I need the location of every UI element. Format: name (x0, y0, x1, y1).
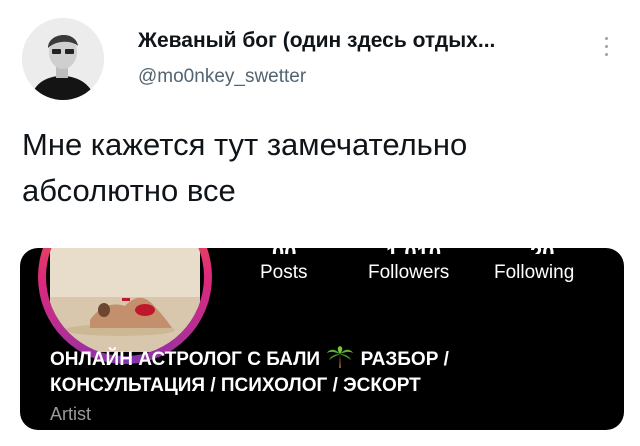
more-options-icon[interactable] (598, 34, 614, 64)
following-label[interactable]: Following (494, 262, 574, 284)
followers-count: 1,010 (386, 248, 441, 254)
avatar[interactable] (22, 18, 104, 100)
followers-label[interactable]: Followers (368, 262, 449, 284)
bio-line: ОНЛАЙН АСТРОЛОГ С БАЛИ (50, 349, 321, 370)
bio-line: КОНСУЛЬТАЦИЯ / ПСИХОЛОГ / ЭСКОРТ (50, 375, 421, 396)
profile-bio: ОНЛАЙН АСТРОЛОГ С БАЛИ РАЗБОР / КОНСУЛЬТ… (50, 346, 449, 399)
display-name[interactable]: Жеваный бог (один здесь отдых... (138, 29, 495, 53)
posts-count: 00 (272, 248, 296, 254)
username[interactable]: @mo0nkey_swetter (138, 66, 306, 88)
posts-label[interactable]: Posts (260, 262, 308, 284)
tweet-text-line: Мне кажется тут замечательно (22, 127, 468, 162)
tweet-media-image[interactable]: 00 Posts 1,010 Followers 20 Following ОН… (20, 248, 624, 430)
following-count: 20 (530, 248, 554, 254)
tweet-text: Мне кажется тут замечательно абсолютно в… (22, 122, 622, 214)
palm-tree-icon (325, 346, 355, 368)
bio-line: РАЗБОР / (360, 349, 449, 370)
tweet-text-line: абсолютно все (22, 173, 236, 208)
profile-category: Artist (50, 404, 92, 424)
